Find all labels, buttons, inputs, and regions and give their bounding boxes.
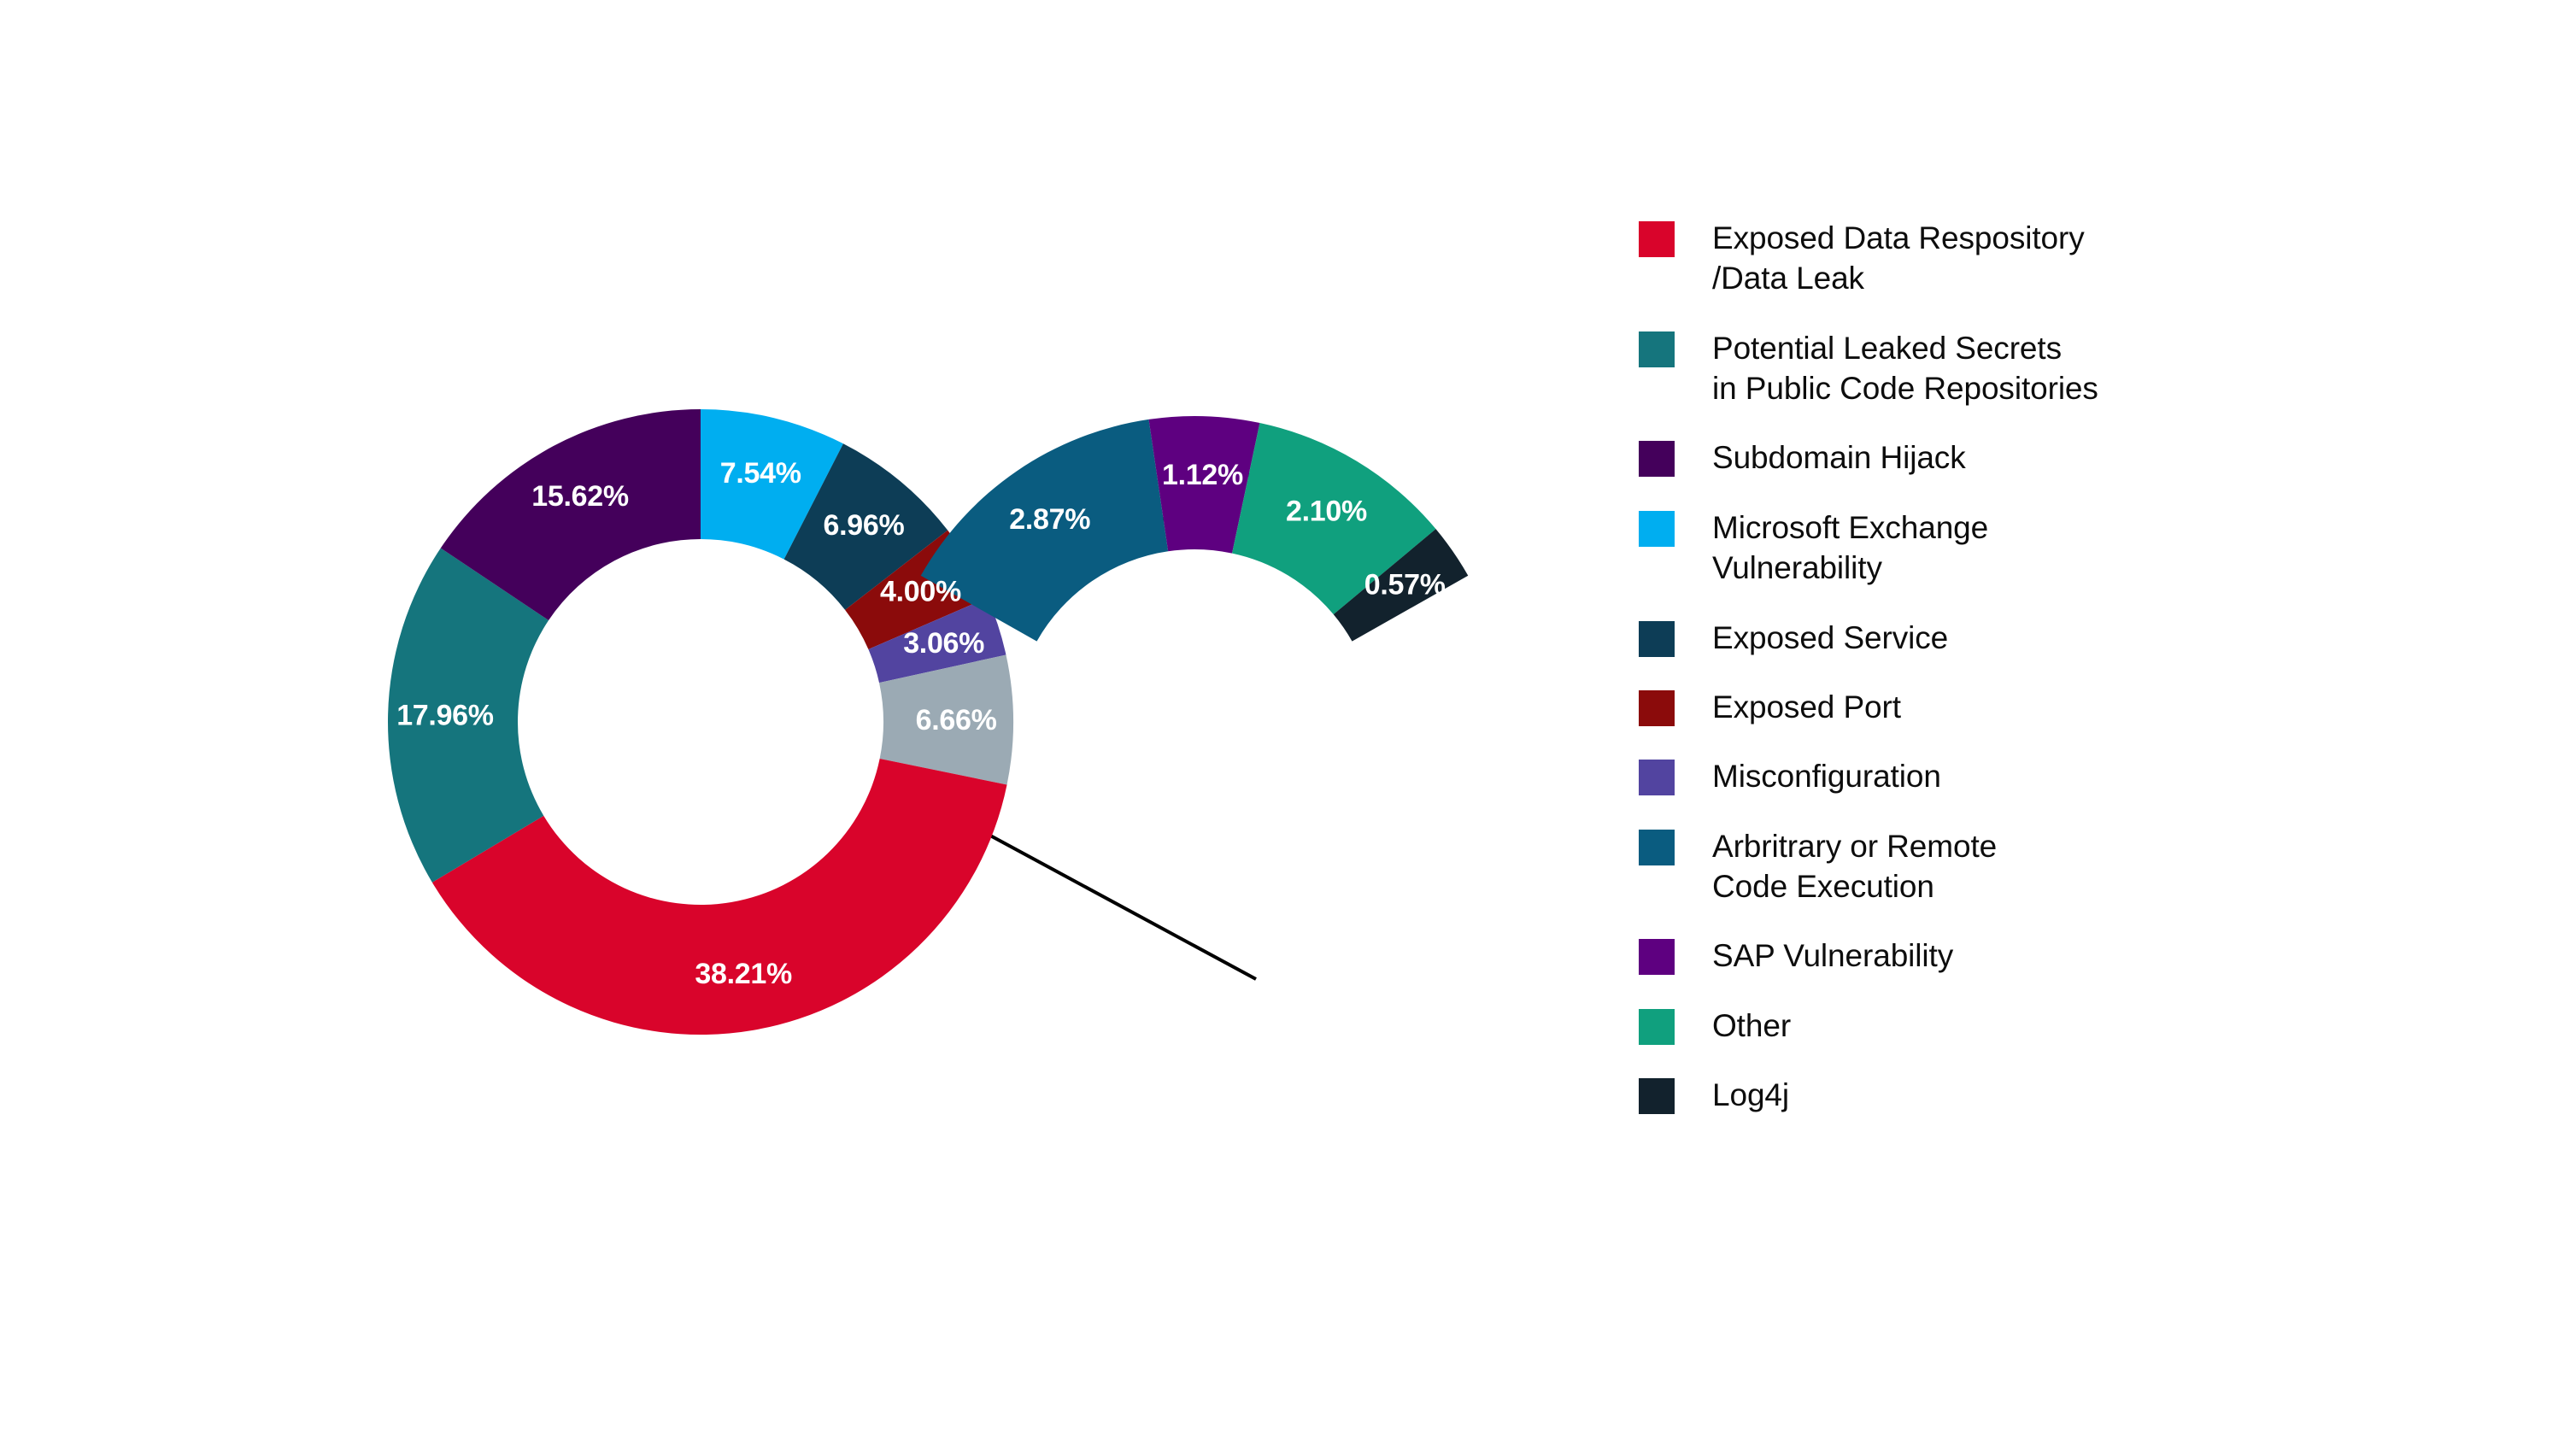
legend-swatch-icon xyxy=(1639,829,1675,865)
main-donut-slice-value-label: 17.96% xyxy=(396,699,494,731)
legend-item-label: Exposed Data Respository /Data Leak xyxy=(1712,220,2085,296)
legend-swatch-icon xyxy=(1639,441,1675,478)
legend-swatch-icon xyxy=(1639,331,1675,367)
main-donut-slice-value-label: 15.62% xyxy=(531,480,629,513)
legend-item-label: Exposed Port xyxy=(1712,689,1901,724)
main-donut-slice-value-label: 3.06% xyxy=(903,627,984,660)
legend-item[interactable]: Misconfiguration xyxy=(1639,756,2510,796)
legend-item[interactable]: Potential Leaked Secrets in Public Code … xyxy=(1639,328,2510,409)
legend-swatch-icon xyxy=(1639,939,1675,976)
legend-swatch-icon xyxy=(1639,510,1675,547)
legend-swatch-icon xyxy=(1639,221,1675,257)
donut-chart-area: 7.54% 6.96% 4.00% 3.06% 6.66% 38.21% 17.96% 15.… xyxy=(0,0,1623,1449)
breakout-donut-slice-value-label: 2.87% xyxy=(1009,503,1090,536)
legend-item-label: Arbritrary or Remote Code Execution xyxy=(1712,828,1998,904)
chart-page: 7.54% 6.96% 4.00% 3.06% 6.66% 38.21% 17.96% 15.… xyxy=(0,0,2576,1449)
breakout-leader-line xyxy=(980,829,1257,981)
legend-swatch-icon xyxy=(1639,1008,1675,1045)
legend-swatch-icon xyxy=(1639,689,1675,726)
breakout-donut-slice-value-label: 2.10% xyxy=(1286,496,1367,528)
legend-item-label: Other xyxy=(1712,1007,1792,1043)
main-donut-slice-value-label: 4.00% xyxy=(880,576,961,608)
legend-item-label: Subdomain Hijack xyxy=(1712,440,1966,476)
legend-item-label: Log4j xyxy=(1712,1077,1790,1113)
main-donut-slice-value-label: 38.21% xyxy=(695,958,792,990)
legend-item[interactable]: Exposed Data Respository /Data Leak xyxy=(1639,218,2510,299)
legend-item[interactable]: Exposed Port xyxy=(1639,687,2510,727)
legend-swatch-icon xyxy=(1639,1078,1675,1115)
legend-item-label: Potential Leaked Secrets in Public Code … xyxy=(1712,330,2098,407)
main-donut-slice-value-label: 7.54% xyxy=(720,457,801,490)
legend-item[interactable]: Exposed Service xyxy=(1639,618,2510,658)
main-donut-slice-value-label: 6.96% xyxy=(823,509,904,542)
legend-item[interactable]: Microsoft Exchange Vulnerability xyxy=(1639,507,2510,589)
legend-item[interactable]: Log4j xyxy=(1639,1075,2510,1115)
legend-item[interactable]: Other xyxy=(1639,1006,2510,1046)
donut-chart-svg: 7.54% 6.96% 4.00% 3.06% 6.66% 38.21% 17.96% 15.… xyxy=(387,409,1469,1035)
main-donut-slice-value-label: 6.66% xyxy=(916,704,997,736)
legend-item-label: SAP Vulnerability xyxy=(1712,938,1954,974)
breakout-donut-slice-value-label: 0.57% xyxy=(1364,569,1446,601)
legend-item[interactable]: Subdomain Hijack xyxy=(1639,437,2510,478)
legend-item-label: Microsoft Exchange Vulnerability xyxy=(1712,509,1989,586)
legend-item-label: Exposed Service xyxy=(1712,619,1949,655)
legend-item-label: Misconfiguration xyxy=(1712,759,1941,795)
legend-item[interactable]: Arbritrary or Remote Code Execution xyxy=(1639,826,2510,907)
legend-swatch-icon xyxy=(1639,620,1675,657)
breakout-donut-group[interactable] xyxy=(920,416,1469,642)
legend-swatch-icon xyxy=(1639,760,1675,796)
breakout-donut-slice-value-label: 1.12% xyxy=(1162,459,1243,491)
chart-legend: Exposed Data Respository /Data Leak Poten… xyxy=(1639,218,2510,1144)
legend-item[interactable]: SAP Vulnerability xyxy=(1639,936,2510,976)
